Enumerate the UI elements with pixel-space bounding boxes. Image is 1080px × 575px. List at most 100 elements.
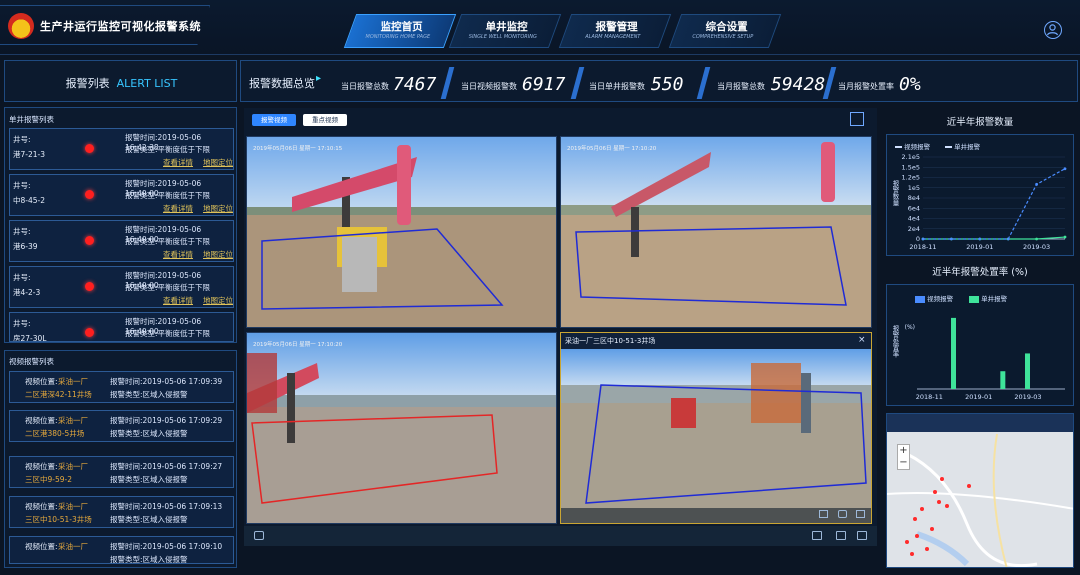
well-label: 井号: [13, 135, 31, 144]
stat-divider [440, 67, 455, 99]
loc-label: 视频位置: [25, 462, 58, 471]
y-tick-label: 2e4 [908, 225, 920, 233]
y-tick-label: 6e4 [908, 204, 920, 212]
stat-label: 当日视频报警数 [461, 82, 517, 91]
stat-label: 当日报警总数 [341, 82, 389, 91]
map-locate-link[interactable]: 地图定位 [203, 157, 233, 168]
y-tick-label: 1e5 [908, 184, 920, 192]
list-item[interactable]: 视频位置: 采油一厂 报警时间:2019-05-06 17:09:10 报警类型… [9, 536, 234, 564]
alarm-type: 报警类型:区域入侵报警 [110, 474, 188, 485]
stat-label: 当月报警处置率 [838, 82, 894, 91]
fullscreen-icon[interactable] [850, 112, 864, 126]
type-label: 报警类型: [125, 237, 158, 246]
well-id: 港7-21-3 [13, 150, 45, 159]
view-detail-link[interactable]: 查看详情 [163, 203, 193, 214]
type-label: 报警类型: [110, 429, 143, 438]
legend-swatch [915, 295, 925, 303]
list-item[interactable]: 井号: 港6-39 报警时间:2019-05-06 16:40:00 报警类型:… [9, 220, 234, 262]
view-detail-link[interactable]: 查看详情 [163, 157, 193, 168]
bar [1025, 353, 1030, 389]
map-locate-link[interactable]: 地图定位 [203, 249, 233, 260]
layout-grid-icon[interactable] [812, 531, 822, 540]
stat-value: 6917 [522, 74, 566, 95]
nav-alarm-management[interactable]: 报警管理 ALARM MANAGEMENT [558, 14, 672, 48]
x-tick-label: 2018-11 [909, 243, 936, 251]
view-detail-link[interactable]: 查看详情 [163, 295, 193, 306]
y-tick-label: 4e4 [908, 215, 920, 223]
zoom-out-button[interactable]: − [898, 457, 909, 469]
alarm-video-button[interactable]: 报警视频 [252, 114, 296, 126]
list-item[interactable]: 井号: 房27-30L 报警时间:2019-05-06 16:40:00 报警类… [9, 312, 234, 342]
list-item[interactable]: 井号: 港4-2-3 报警时间:2019-05-06 16:40:00 报警类型… [9, 266, 234, 308]
camera-view-4[interactable]: 采油一厂三区中10-51-3井场 × [560, 332, 872, 524]
time-label: 报警时间: [125, 225, 158, 234]
play-arrow-icon: ▸ [316, 73, 322, 84]
view-detail-link[interactable]: 查看详情 [163, 249, 193, 260]
list-item[interactable]: 视频位置: 采油一厂 三区中10-51-3井场 报警时间:2019-05-06 … [9, 496, 234, 528]
nav-single-well[interactable]: 单井监控 SINGLE WELL MONITORING [448, 14, 562, 48]
key-video-button[interactable]: 重点视频 [303, 114, 347, 126]
fullscreen-icon[interactable] [857, 531, 867, 540]
app-title: 生产井运行监控可视化报警系统 [40, 20, 201, 33]
camera-scene [561, 333, 871, 523]
map-panel[interactable]: + − [886, 413, 1074, 568]
loc-label: 视频位置: [25, 377, 58, 386]
legend-single: 单井报警 [945, 141, 980, 151]
alert-dot-icon [85, 190, 94, 199]
snapshot-icon[interactable] [254, 531, 264, 540]
loc-factory: 采油一厂 [58, 502, 88, 511]
stat-divider [570, 67, 585, 99]
list-item[interactable]: 视频位置: 采油一厂 二区港380-5井场 报警时间:2019-05-06 17… [9, 410, 234, 442]
list-item[interactable]: 视频位置: 采油一厂 二区港深42-11井场 报警时间:2019-05-06 1… [9, 371, 234, 403]
x-tick-label: 2019-03 [1023, 243, 1050, 251]
camera-view-1[interactable]: 2019年05月06日 星期一 17:10:15 [246, 136, 557, 328]
time-label: 报警时间: [110, 502, 143, 511]
zoom-in-button[interactable]: + [898, 445, 909, 457]
map-locate-link[interactable]: 地图定位 [203, 295, 233, 306]
disposal-rate-chart-panel: (%) 2018-11 2019-01 2019-03 视频报警 单井报警 报警处置率 [886, 284, 1074, 406]
loc-site: 二区港380-5井场 [25, 429, 85, 438]
video-alarm-list: 视频报警列表 视频位置: 采油一厂 二区港深42-11井场 报警时间:2019-… [4, 350, 237, 568]
list-item[interactable]: 井号: 港7-21-3 报警时间:2019-05-06 16:42:38 报警类… [9, 128, 234, 170]
camera-osd: 2019年05月06日 星期一 17:10:20 [253, 342, 343, 348]
loc-factory: 采油一厂 [58, 377, 88, 386]
stat-value: 550 [651, 74, 684, 95]
nav-sub: COMPREHENSIVE SETUP [692, 34, 754, 40]
user-icon[interactable] [1044, 21, 1062, 39]
bar [951, 317, 956, 389]
nav-label: 单井监控 [485, 21, 528, 33]
list-item[interactable]: 井号: 中8-45-2 报警时间:2019-05-06 16:40:00 报警类… [9, 174, 234, 216]
type-label: 报警类型: [110, 555, 143, 564]
loc-site: 三区中10-51-3井场 [25, 515, 92, 524]
record-icon[interactable] [836, 531, 846, 540]
camera-view-3[interactable]: 2019年05月06日 星期一 17:10:20 [246, 332, 557, 524]
camera-osd: 2019年05月06日 星期一 17:10:15 [253, 146, 343, 152]
alarm-type: 报警类型:平衡度低于下限 [125, 236, 210, 247]
alarm-type: 报警类型:平衡度低于下限 [125, 190, 210, 201]
nav-monitor-home[interactable]: 监控首页 MONITORING HOME PAGE [343, 14, 457, 48]
camera-view-2[interactable]: 2019年05月06日 星期一 17:10:20 [560, 136, 872, 328]
alarm-type: 报警类型:区域入侵报警 [110, 389, 188, 400]
stat-divider [696, 67, 711, 99]
y-tick-label: 1.5e5 [902, 163, 920, 171]
stat-label: 当月报警总数 [717, 82, 765, 91]
map-locate-link[interactable]: 地图定位 [203, 203, 233, 214]
video-toolbar [244, 526, 877, 546]
close-icon[interactable]: × [858, 335, 866, 345]
volume-icon[interactable] [819, 510, 828, 518]
type-label: 报警类型: [125, 145, 158, 154]
nav-label: 综合设置 [705, 21, 748, 33]
x-tick-label: 2019-01 [965, 393, 992, 401]
download-icon[interactable] [856, 510, 865, 518]
camera-osd: 2019年05月06日 星期一 17:10:20 [567, 146, 657, 152]
list-item[interactable]: 视频位置: 采油一厂 三区中9-59-2 报警时间:2019-05-06 17:… [9, 456, 234, 488]
legend-label: 视频报警 [927, 295, 954, 303]
data-point [978, 237, 982, 241]
nav-comprehensive-setup[interactable]: 综合设置 COMPREHENSIVE SETUP [668, 14, 782, 48]
camera-icon[interactable] [838, 510, 847, 518]
type-value: 平衡度低于下限 [157, 329, 211, 338]
time-label: 报警时间: [125, 179, 158, 188]
alarm-type: 报警类型:区域入侵报警 [110, 514, 188, 525]
series-line-2 [923, 168, 1066, 240]
nav-label: 监控首页 [380, 21, 423, 33]
